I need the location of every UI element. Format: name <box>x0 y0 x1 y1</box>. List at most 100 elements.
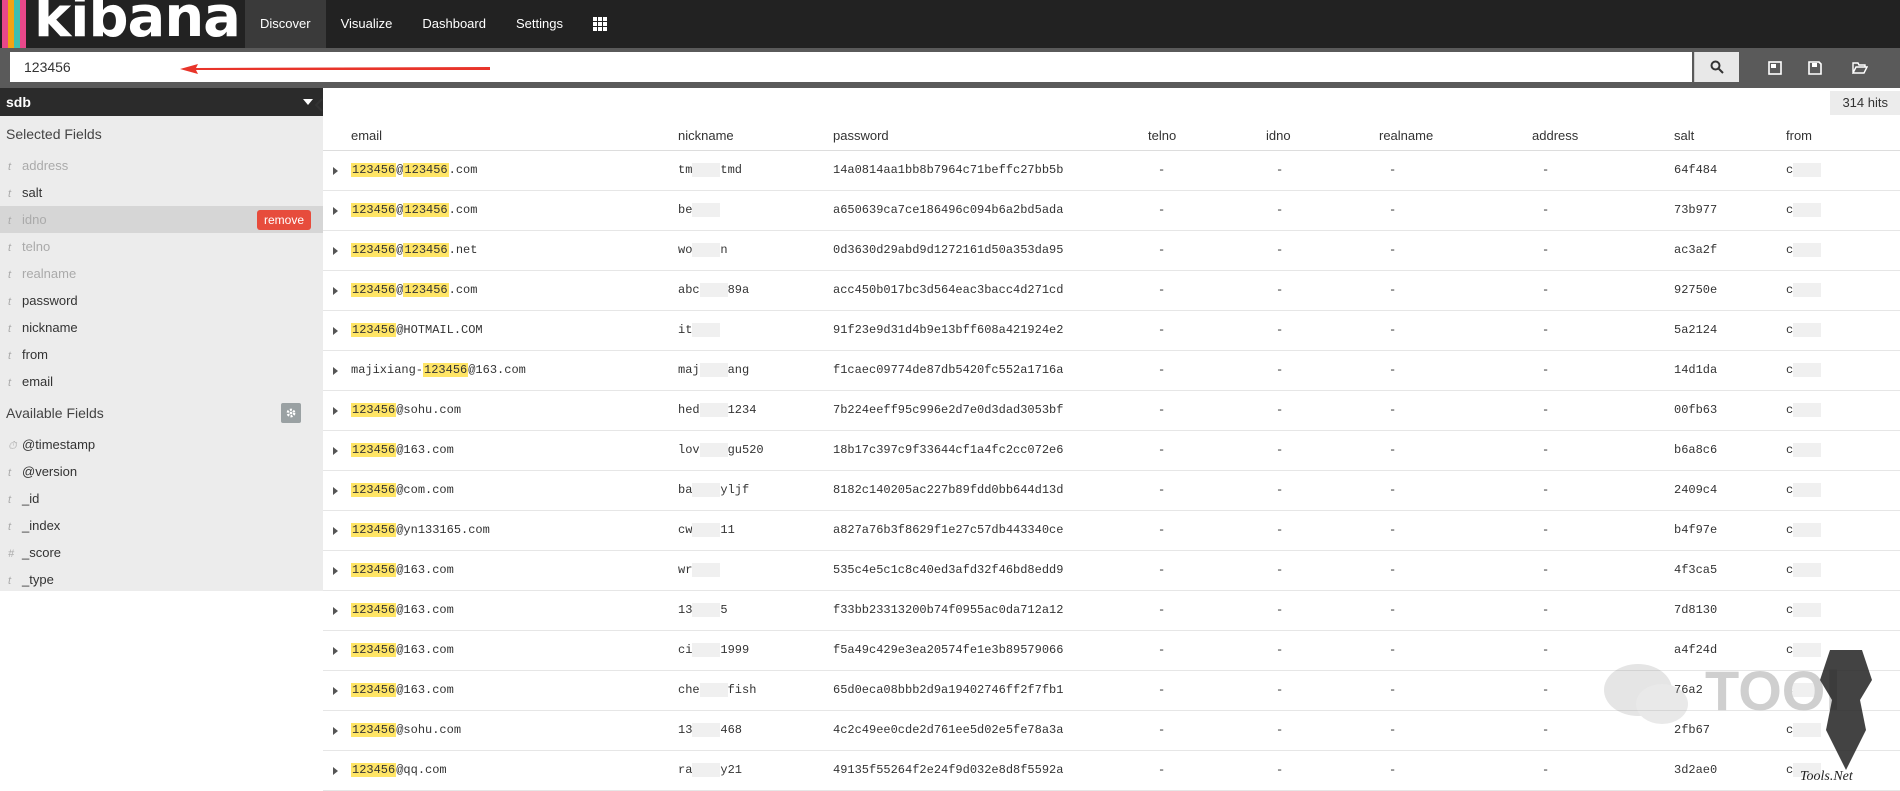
cell-telno: - <box>1158 723 1166 737</box>
cell-realname: - <box>1389 723 1397 737</box>
field-from[interactable]: t from <box>0 341 323 368</box>
email-part: @yn133165.com <box>396 523 490 537</box>
redaction-blur <box>1793 203 1822 217</box>
field-password[interactable]: t password <box>0 287 323 314</box>
watermark: TOOl Tools.Net <box>1604 650 1872 784</box>
expand-row-icon[interactable] <box>333 247 338 255</box>
field-telno[interactable]: t telno <box>0 233 323 260</box>
nav-discover[interactable]: Discover <box>245 0 326 48</box>
cell-realname: - <box>1389 643 1397 657</box>
search-highlight: 123456 <box>351 683 397 697</box>
expand-row-icon[interactable] <box>333 567 338 575</box>
cell-nickname: abc 89a <box>678 283 749 297</box>
cell-from: c <box>1786 523 1822 537</box>
expand-row-icon[interactable] <box>333 527 338 535</box>
redaction-blur <box>1793 603 1822 617</box>
column-header-telno[interactable]: telno <box>1148 128 1176 143</box>
column-header-idno[interactable]: idno <box>1266 128 1291 143</box>
column-header-password[interactable]: password <box>833 128 889 143</box>
redaction-blur <box>1793 163 1822 177</box>
kibana-logo[interactable]: kibana <box>0 0 241 48</box>
nickname-visible-tail: 11 <box>720 523 735 538</box>
table-row[interactable]: 123456@123456.com abc 89a acc450b017bc3d564… <box>323 271 1900 311</box>
from-visible-part: c <box>1786 163 1794 178</box>
index-pattern-selector[interactable]: sdb <box>0 88 323 116</box>
cell-address: - <box>1542 563 1550 577</box>
cell-idno: - <box>1276 723 1284 737</box>
field-version[interactable]: t @version <box>0 458 323 485</box>
field-id[interactable]: t _id <box>0 485 323 512</box>
from-visible-part: c <box>1786 563 1794 578</box>
apps-grid-button[interactable] <box>578 0 622 48</box>
table-row[interactable]: 123456@123456.com tm tmd 14a0814aa1bb8b7964… <box>323 151 1900 191</box>
field-score[interactable]: # _score <box>0 539 323 566</box>
nav-dashboard[interactable]: Dashboard <box>407 0 501 48</box>
expand-row-icon[interactable] <box>333 407 338 415</box>
redaction-blur <box>699 683 728 697</box>
expand-row-icon[interactable] <box>333 207 338 215</box>
expand-row-icon[interactable] <box>333 447 338 455</box>
cell-salt: 73b977 <box>1674 203 1718 217</box>
expand-row-icon[interactable] <box>333 727 338 735</box>
nav-settings[interactable]: Settings <box>501 0 578 48</box>
field-nickname[interactable]: t nickname <box>0 314 323 341</box>
field-timestamp[interactable]: ⏱ @timestamp <box>0 431 323 458</box>
column-header-salt[interactable]: salt <box>1674 128 1694 143</box>
column-header-address[interactable]: address <box>1532 128 1578 143</box>
field-index[interactable]: t _index <box>0 512 323 539</box>
redaction-blur <box>692 323 721 337</box>
table-row[interactable]: 123456@163.com lov gu520 18b17c397c9f33644c… <box>323 431 1900 471</box>
table-row[interactable]: 123456@HOTMAIL.COM it 91f23e9d31d4b9e13bff… <box>323 311 1900 351</box>
email-part: @163.com <box>396 603 454 617</box>
field-idno[interactable]: t idno remove <box>0 206 323 233</box>
table-row[interactable]: 123456@163.com wr 535c4e5c1c8c40ed3afd32f4… <box>323 551 1900 591</box>
nickname-visible-tail: 5 <box>720 603 728 618</box>
table-row[interactable]: 123456@163.com 13 5 f33bb23313200b74f0955ac… <box>323 591 1900 631</box>
field-name: @version <box>22 464 78 479</box>
redaction-blur <box>1793 403 1822 417</box>
column-header-realname[interactable]: realname <box>1379 128 1433 143</box>
expand-row-icon[interactable] <box>333 367 338 375</box>
field-type[interactable]: t _type <box>0 566 323 593</box>
field-realname[interactable]: t realname <box>0 260 323 287</box>
cell-email: 123456@163.com <box>351 683 454 697</box>
cell-from: c <box>1786 563 1822 578</box>
table-row[interactable]: 123456@com.com ba yljf 8182c140205ac227b89f… <box>323 471 1900 511</box>
field-address[interactable]: t address <box>0 152 323 179</box>
expand-row-icon[interactable] <box>333 607 338 615</box>
table-row[interactable]: 123456@sohu.com hed 1234 7b224eeff95c996e2d… <box>323 391 1900 431</box>
nav-visualize[interactable]: Visualize <box>326 0 408 48</box>
field-settings-button[interactable] <box>281 403 301 423</box>
expand-row-icon[interactable] <box>333 767 338 775</box>
new-search-button[interactable] <box>1765 58 1785 78</box>
remove-field-button[interactable]: remove <box>256 210 311 230</box>
cell-password: a827a76b3f8629f1e27c57db443340ce <box>833 523 1064 537</box>
logo-stripes <box>2 0 26 48</box>
expand-row-icon[interactable] <box>333 287 338 295</box>
column-header-from[interactable]: from <box>1786 128 1812 143</box>
table-row[interactable]: 123456@123456.com be a650639ca7ce186496c09… <box>323 191 1900 231</box>
collapse-sidebar-icon[interactable] <box>315 98 323 112</box>
column-header-email[interactable]: email <box>351 128 382 143</box>
field-salt[interactable]: t salt <box>0 179 323 206</box>
expand-row-icon[interactable] <box>333 327 338 335</box>
expand-row-icon[interactable] <box>333 687 338 695</box>
table-row[interactable]: 123456@123456.net wo n 0d3630d29abd9d127216… <box>323 231 1900 271</box>
string-type-icon: t <box>8 242 12 254</box>
table-row[interactable]: majixiang-123456@163.com maj ang f1caec0977… <box>323 351 1900 391</box>
expand-row-icon[interactable] <box>333 487 338 495</box>
expand-row-icon[interactable] <box>333 167 338 175</box>
nickname-visible-tail: 1999 <box>720 643 750 658</box>
save-search-button[interactable] <box>1805 58 1825 78</box>
field-email[interactable]: t email <box>0 368 323 395</box>
open-search-button[interactable] <box>1850 58 1870 78</box>
table-row[interactable]: 123456@yn133165.com cw 11 a827a76b3f8629f1e… <box>323 511 1900 551</box>
cell-telno: - <box>1158 683 1166 697</box>
nickname-visible-part: che <box>678 683 700 698</box>
search-icon <box>1710 60 1724 74</box>
search-button[interactable] <box>1694 52 1739 82</box>
column-header-nickname[interactable]: nickname <box>678 128 734 143</box>
expand-row-icon[interactable] <box>333 647 338 655</box>
field-name: _index <box>22 518 61 533</box>
nickname-visible-tail: n <box>720 243 728 258</box>
